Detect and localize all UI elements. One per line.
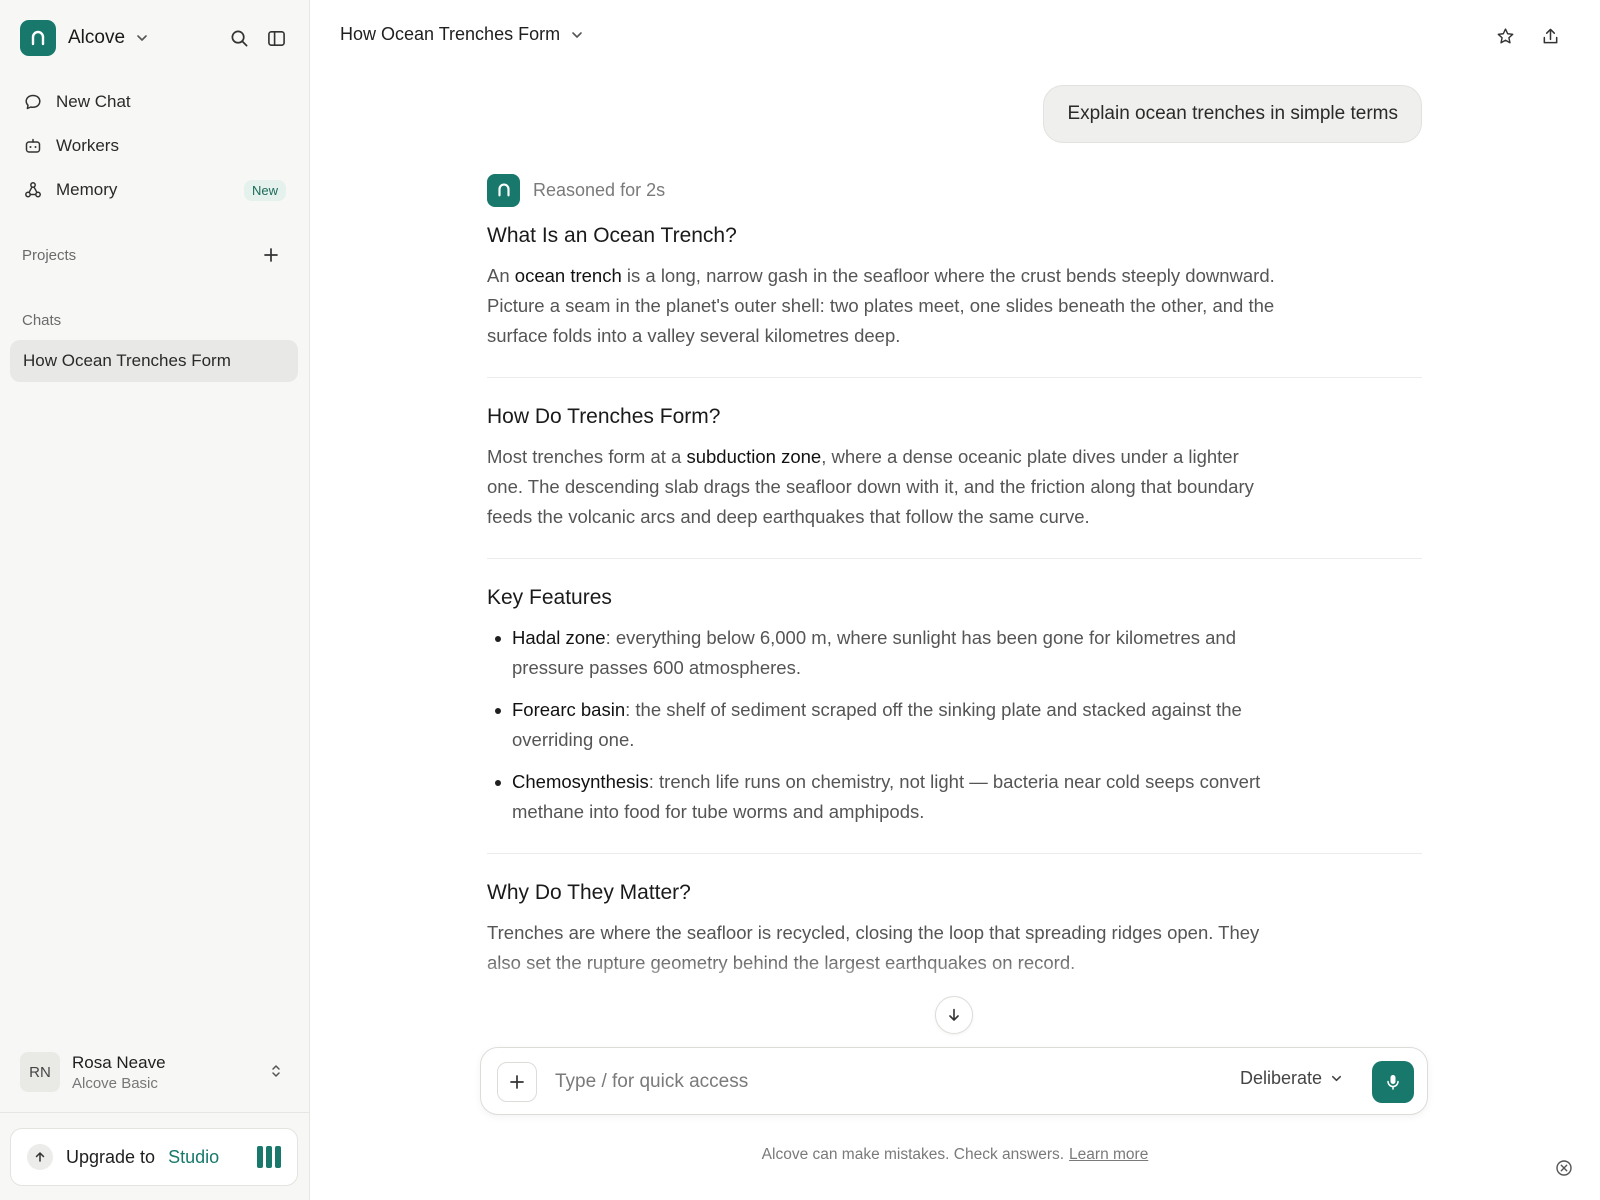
disclaimer: Alcove can make mistakes. Check answers.… [0, 1146, 1600, 1164]
arrow-down-icon [949, 1008, 959, 1021]
chat-list-item[interactable]: How Ocean Trenches Form [10, 340, 298, 382]
alcove-logo-icon [20, 20, 56, 56]
disclaimer-text: Alcove can make mistakes. Check answers. [761, 1146, 1065, 1163]
workspace-switcher[interactable]: Alcove [20, 20, 149, 56]
avatar: RN [20, 1052, 60, 1092]
learn-more-link[interactable]: Learn more [1069, 1146, 1148, 1163]
divider [487, 558, 1422, 559]
bold-term: ocean trench [514, 265, 622, 286]
sidebar: Alcove New Chat Workers Memory New Proje… [0, 0, 310, 1200]
message-input[interactable] [555, 1066, 1175, 1098]
reasoning-toggle[interactable]: Reasoned for 2s [487, 173, 1422, 207]
workspace-name: Alcove [68, 27, 126, 48]
user-menu[interactable]: RN Rosa Neave Alcove Basic [10, 1046, 300, 1098]
feature-list: Hadal zone: everything below 6,000 m, wh… [487, 623, 1307, 827]
section-heading: Why Do They Matter? [487, 881, 691, 904]
attach-button[interactable] [497, 1062, 537, 1102]
search-icon[interactable] [228, 27, 250, 49]
projects-label: Projects [22, 247, 77, 264]
sidebar-item-memory[interactable]: Memory New [10, 168, 300, 212]
reasoning-label: Reasoned for 2s [533, 179, 666, 200]
section-paragraph: Trenches are where the seafloor is recyc… [487, 922, 1260, 973]
share-icon[interactable] [1539, 25, 1561, 47]
bold-term: subduction zone [686, 446, 822, 467]
user-message-bubble: Explain ocean trenches in simple terms [1043, 85, 1422, 143]
add-project-icon[interactable] [260, 244, 282, 266]
user-plan: Alcove Basic [72, 1074, 158, 1092]
message-composer: Deliberate [480, 1047, 1428, 1115]
mode-selector[interactable]: Deliberate [1240, 1068, 1343, 1089]
sidebar-nav: New Chat Workers Memory New [10, 80, 300, 212]
list-item-text: : everything below 6,000 m, where sunlig… [512, 627, 1236, 678]
chevron-up-down-icon [270, 1062, 282, 1085]
section-heading: How Do Trenches Form? [487, 405, 721, 428]
new-badge: New [243, 179, 286, 201]
user-info: Rosa Neave Alcove Basic [72, 1053, 166, 1092]
section-paragraph: Most trenches form at a subduction zone,… [487, 442, 1277, 532]
bold-term: Hadal zone [512, 627, 606, 648]
sidebar-item-new-chat[interactable]: New Chat [10, 80, 300, 124]
plus-icon [510, 1075, 524, 1089]
mode-label: Deliberate [1240, 1068, 1323, 1088]
bold-term: Forearc basin [512, 699, 626, 720]
toggle-sidebar-icon[interactable] [265, 27, 287, 49]
divider [487, 853, 1422, 854]
assistant-answer: Reasoned for 2s What Is an Ocean Trench?… [487, 173, 1422, 978]
close-circle-icon[interactable] [1554, 1158, 1574, 1178]
sidebar-item-label: Memory [56, 180, 118, 199]
list-item: Forearc basin: the shelf of sediment scr… [487, 695, 1307, 755]
user-name: Rosa Neave [72, 1052, 166, 1072]
microphone-icon [1387, 1075, 1399, 1090]
list-item: Chemosynthesis: trench life runs on chem… [487, 767, 1307, 827]
page-title: How Ocean Trenches Form [340, 24, 561, 44]
sidebar-item-label: New Chat [56, 92, 131, 111]
assistant-logo-icon [487, 173, 520, 207]
sidebar-item-workers[interactable]: Workers [10, 124, 300, 168]
paragraph-text: Most trenches form at a [487, 446, 687, 467]
sidebar-item-label: Workers [56, 136, 119, 155]
bold-term: Chemosynthesis [512, 771, 649, 792]
chat-title-dropdown[interactable]: How Ocean Trenches Form [340, 24, 584, 45]
chevron-down-icon [135, 31, 149, 45]
paragraph-text: An [487, 265, 515, 286]
divider [487, 377, 1422, 378]
chats-label: Chats [22, 312, 62, 329]
divider [0, 1112, 310, 1113]
section-paragraph: An ocean trench is a long, narrow gash i… [487, 261, 1277, 351]
robot-icon [24, 137, 42, 155]
chevron-down-icon [570, 28, 584, 42]
star-icon[interactable] [1494, 25, 1516, 47]
voice-input-button[interactable] [1372, 1061, 1414, 1103]
chevron-down-icon [1330, 1072, 1343, 1085]
memory-graph-icon [24, 181, 42, 199]
chat-bubble-icon [24, 93, 42, 111]
scroll-to-bottom-button[interactable] [935, 996, 973, 1034]
section-heading: What Is an Ocean Trench? [487, 224, 737, 247]
section-heading: Key Features [487, 586, 612, 609]
list-item: Hadal zone: everything below 6,000 m, wh… [487, 623, 1307, 683]
